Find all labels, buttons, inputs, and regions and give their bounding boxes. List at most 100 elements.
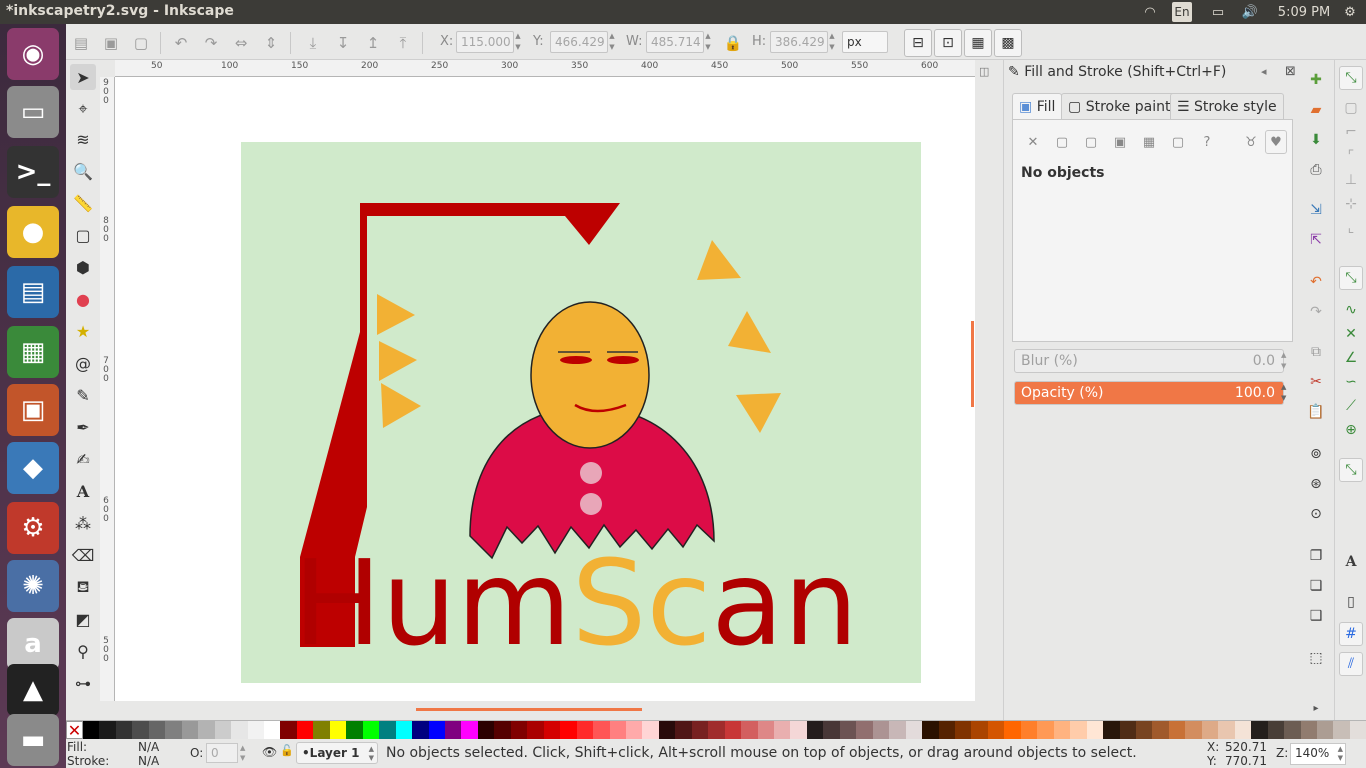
blur-slider[interactable]: Blur (%) 0.0	[1014, 349, 1284, 373]
palette-swatch[interactable]	[379, 721, 396, 739]
flat-color-icon[interactable]: ▢	[1052, 132, 1072, 152]
move-patterns-button[interactable]: ▩	[994, 29, 1022, 57]
palette-swatch[interactable]	[955, 721, 972, 739]
gradient-tool-icon[interactable]: ◩	[70, 606, 96, 632]
inkscape-launcher-icon[interactable]: ▲	[7, 664, 59, 716]
shotwell-launcher-icon[interactable]: ◆	[7, 442, 59, 494]
y-field[interactable]: 466.429	[550, 31, 608, 53]
unit-select[interactable]: px	[842, 31, 888, 53]
palette-swatch[interactable]	[905, 721, 923, 739]
vertical-scrollbar[interactable]: ◫	[971, 65, 1001, 701]
palette-swatch[interactable]	[214, 721, 232, 739]
palette-swatch[interactable]	[99, 721, 116, 739]
save-icon[interactable]: ⬇	[1304, 128, 1328, 152]
palette-swatch[interactable]	[1284, 721, 1301, 739]
tab-stroke-style[interactable]: ☰ Stroke style	[1170, 93, 1284, 119]
calc-launcher-icon[interactable]: ▦	[7, 326, 59, 378]
snap-guide-icon[interactable]: ⫽	[1339, 652, 1363, 676]
zoom-field[interactable]: 140% ▲ ▼	[1290, 743, 1346, 765]
palette-swatch[interactable]	[872, 721, 890, 739]
snap-bbox-edge-icon[interactable]: ⌐	[1339, 120, 1363, 144]
snap-cusp-icon[interactable]: ∠	[1339, 346, 1363, 370]
deselect-icon[interactable]: ▢	[130, 32, 152, 54]
calligraphy-tool-icon[interactable]: ✍	[70, 446, 96, 472]
palette-swatch[interactable]	[856, 721, 873, 739]
palette-swatch[interactable]	[560, 721, 577, 739]
h-spin[interactable]: ▲ ▼	[826, 31, 838, 53]
palette-swatch[interactable]	[790, 721, 807, 739]
palette-swatch[interactable]	[625, 721, 643, 739]
palette-swatch[interactable]	[527, 721, 544, 739]
measure-tool-icon[interactable]: 📏	[70, 190, 96, 216]
open-icon[interactable]: ▰	[1304, 98, 1328, 122]
linear-gradient-icon[interactable]: ▢	[1081, 132, 1101, 152]
dialog-iconify-icon[interactable]: ◂	[1261, 65, 1267, 78]
terminal-launcher-icon[interactable]: >_	[7, 146, 59, 198]
palette-swatch[interactable]	[1251, 721, 1268, 739]
artwork[interactable]: HumScan	[115, 77, 975, 701]
impress-launcher-icon[interactable]: ▣	[7, 384, 59, 436]
rotate-cw-icon[interactable]: ↷	[200, 32, 222, 54]
unset-paint-icon[interactable]: ?	[1197, 132, 1217, 152]
scale-stroke-button[interactable]: ⊟	[904, 29, 932, 57]
x-spin[interactable]: ▲ ▼	[512, 31, 524, 53]
x-field[interactable]: 115.000	[456, 31, 514, 53]
amazon-launcher-icon[interactable]: a	[7, 618, 59, 670]
palette-swatch[interactable]	[658, 721, 676, 739]
move-gradients-button[interactable]: ▦	[964, 29, 992, 57]
palette-swatch[interactable]	[1316, 721, 1334, 739]
fill-rule-nonzero-icon[interactable]: ♥	[1265, 130, 1287, 154]
export-icon[interactable]: ⇱	[1304, 228, 1328, 252]
snap-paths-icon[interactable]: ∿	[1339, 298, 1363, 322]
palette-swatch[interactable]	[247, 721, 264, 739]
palette-swatch[interactable]	[412, 721, 429, 739]
new-document-icon[interactable]: ✚	[1304, 68, 1328, 92]
snap-others-icon[interactable]: ⤡	[1339, 458, 1363, 482]
palette-swatch[interactable]	[1086, 721, 1104, 739]
clock[interactable]: 5:09 PM	[1276, 2, 1332, 22]
palette-swatch[interactable]	[938, 721, 956, 739]
group-icon[interactable]: ⬚	[1304, 646, 1328, 670]
palette-swatch[interactable]	[280, 721, 297, 739]
palette-swatch[interactable]	[1119, 721, 1136, 739]
palette-swatch[interactable]	[1053, 721, 1071, 739]
palette-swatch[interactable]	[148, 721, 166, 739]
palette-swatch[interactable]	[708, 721, 725, 739]
keyboard-layout-indicator[interactable]: En	[1172, 2, 1192, 22]
zoom-selection-icon[interactable]: ⊚	[1304, 442, 1328, 466]
opacity-slider[interactable]: Opacity (%) 100.0	[1014, 381, 1284, 405]
pattern-icon[interactable]: ▢	[1168, 132, 1188, 152]
h-field[interactable]: 386.429	[770, 31, 828, 53]
print-icon[interactable]: ⎙	[1304, 158, 1328, 182]
ubuntu-dash-launcher-icon[interactable]: ◉	[7, 28, 59, 80]
palette-swatch[interactable]	[444, 721, 462, 739]
scale-corners-button[interactable]: ⊡	[934, 29, 962, 57]
volume-icon[interactable]: 🔊	[1240, 2, 1260, 22]
more-commands-icon[interactable]: ▸	[1304, 696, 1328, 720]
w-field[interactable]: 485.714	[646, 31, 704, 53]
cut-icon[interactable]: ✂	[1304, 370, 1328, 394]
lower-to-bottom-icon[interactable]: ⤓	[302, 32, 324, 54]
palette-swatch[interactable]	[132, 721, 149, 739]
palette-swatch[interactable]	[774, 721, 791, 739]
layer-visibility-icon[interactable]: 👁	[262, 745, 277, 759]
w-spin[interactable]: ▲ ▼	[702, 31, 714, 53]
import-icon[interactable]: ⇲	[1304, 198, 1328, 222]
palette-swatch[interactable]	[1349, 721, 1366, 739]
no-paint-icon[interactable]: ✕	[1023, 132, 1043, 152]
snap-smooth-icon[interactable]: ∽	[1339, 370, 1363, 394]
chrome-launcher-icon[interactable]: ●	[7, 206, 59, 258]
snap-bbox-center-icon[interactable]: ⊹	[1339, 192, 1363, 216]
tab-fill[interactable]: ▣ Fill	[1012, 93, 1063, 119]
palette-swatch[interactable]	[691, 721, 709, 739]
wifi-icon[interactable]: ◠	[1138, 2, 1162, 22]
palette-swatch[interactable]	[675, 721, 692, 739]
clone-icon[interactable]: ❏	[1304, 574, 1328, 598]
select-all-layers-icon[interactable]: ▣	[100, 32, 122, 54]
palette-swatch[interactable]	[428, 721, 445, 739]
gear-icon[interactable]: ⚙	[1340, 2, 1360, 22]
dropper-tool-icon[interactable]: ⚲	[70, 638, 96, 664]
palette-swatch[interactable]	[165, 721, 182, 739]
rectangle-tool-icon[interactable]: ▢	[70, 222, 96, 248]
snap-bbox-mid-icon[interactable]: ⊥	[1339, 168, 1363, 192]
